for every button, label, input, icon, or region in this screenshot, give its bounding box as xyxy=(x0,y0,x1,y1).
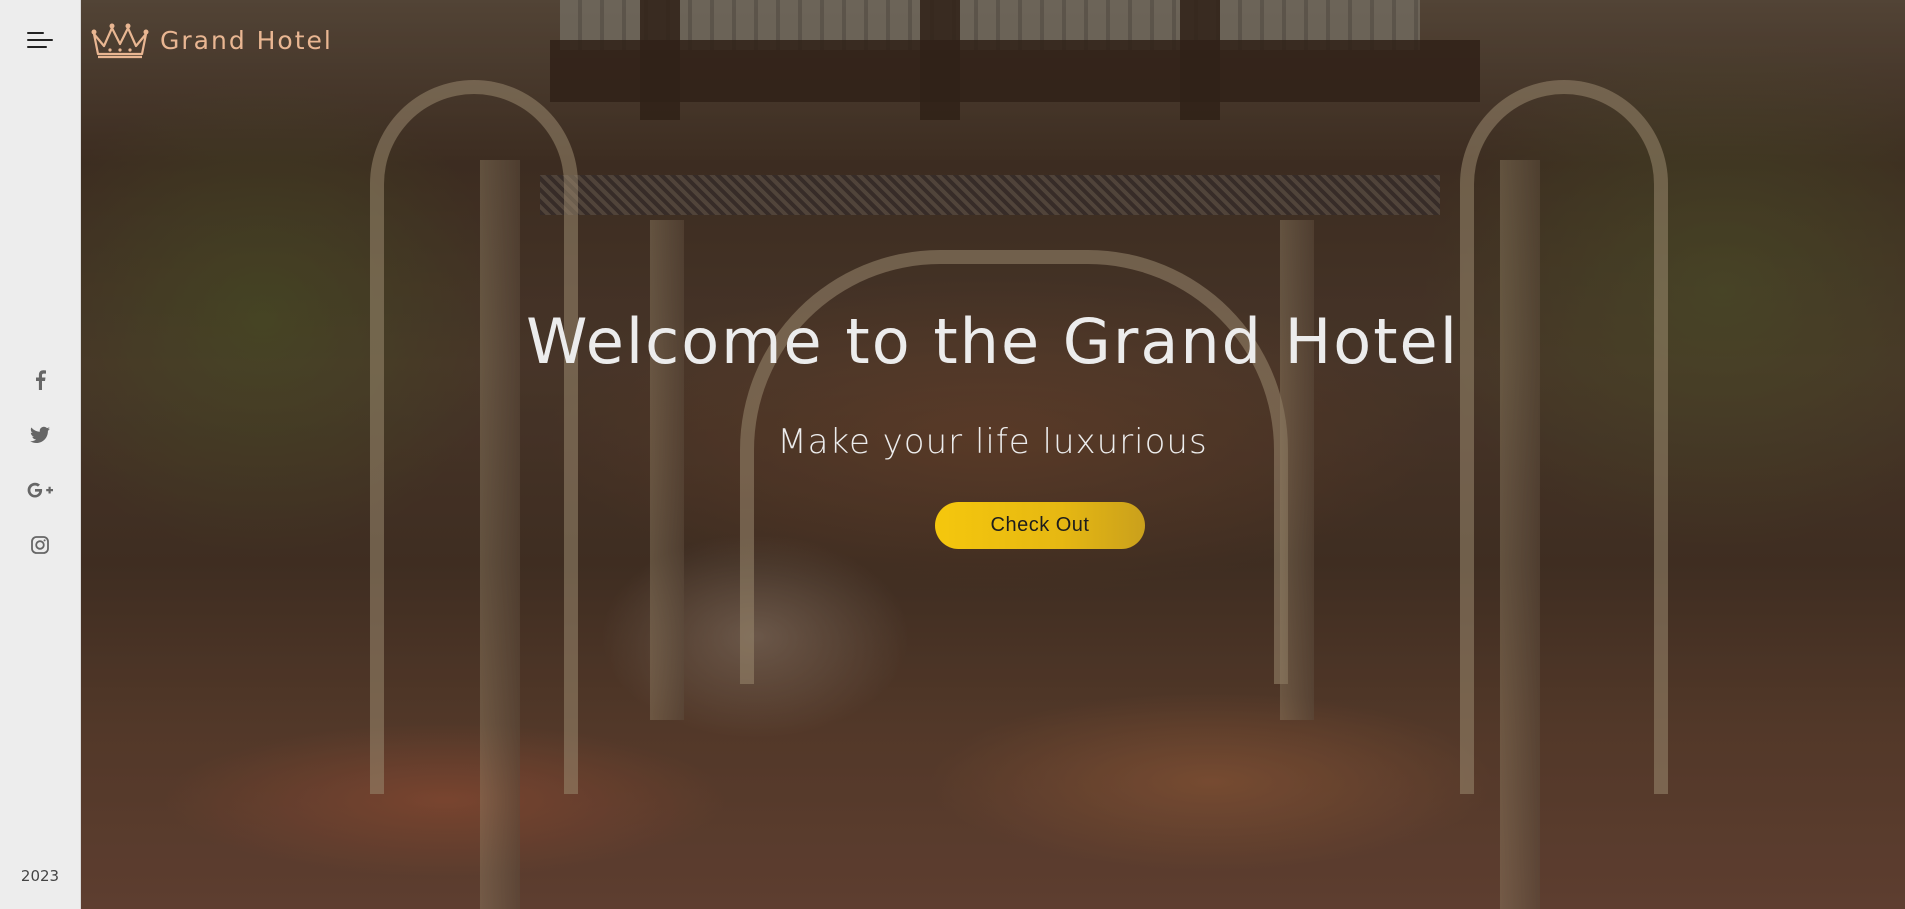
sidebar: 2023 xyxy=(0,0,81,909)
facebook-icon[interactable] xyxy=(0,352,80,407)
social-links xyxy=(0,352,80,572)
page: 2023 Grand Hotel Welcome to the Grand Ho… xyxy=(0,0,1905,909)
hero-content: Welcome to the Grand Hotel Make your lif… xyxy=(80,0,1905,909)
instagram-icon[interactable] xyxy=(0,517,80,572)
copyright-year: 2023 xyxy=(20,867,60,885)
google-plus-icon[interactable] xyxy=(0,462,80,517)
hero-title: Welcome to the Grand Hotel xyxy=(526,305,1459,378)
hero-subtitle: Make your life luxurious xyxy=(777,422,1208,462)
hamburger-menu-icon[interactable] xyxy=(27,30,53,52)
twitter-icon[interactable] xyxy=(0,407,80,462)
check-out-button[interactable]: Check Out xyxy=(935,502,1145,549)
